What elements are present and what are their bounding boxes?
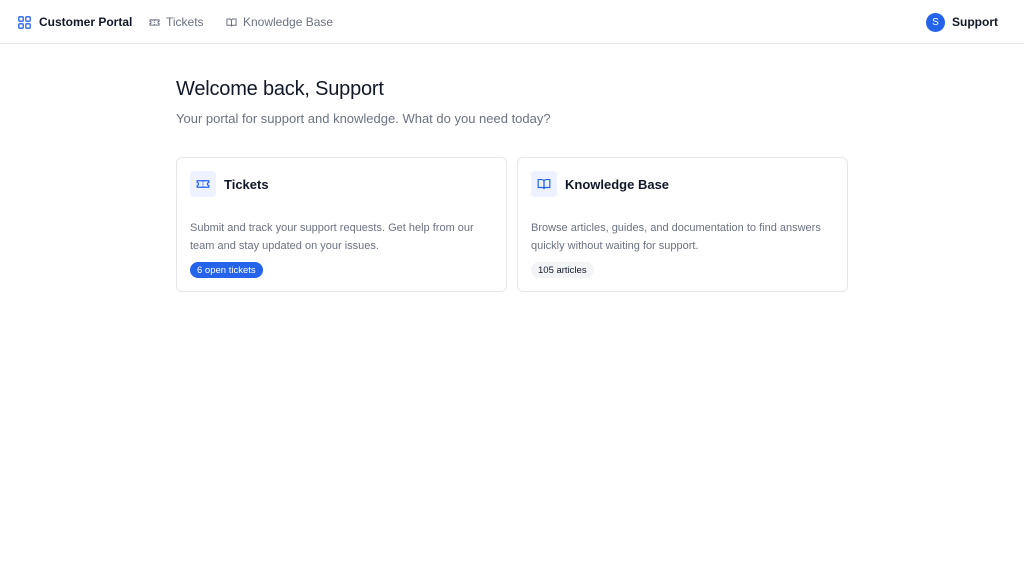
book-icon [226,17,237,28]
main-content: Welcome back, Support Your portal for su… [176,44,848,292]
brand-link[interactable]: Customer Portal [18,0,132,44]
tickets-card-header: Tickets [190,171,269,197]
nav-knowledge-base-label: Knowledge Base [243,15,334,29]
tickets-card-description: Submit and track your support requests. … [190,222,474,252]
page-subtitle: Your portal for support and knowledge. W… [176,111,551,126]
brand-label: Customer Portal [39,15,133,29]
tickets-card-title: Tickets [224,176,269,192]
nav-tickets-link[interactable]: Tickets [149,0,204,44]
articles-count-badge: 105 articles [531,262,594,278]
knowledge-base-card-header: Knowledge Base [531,171,669,197]
knowledge-base-card-description: Browse articles, guides, and documentati… [531,222,821,252]
nav-tickets-label: Tickets [166,15,204,29]
cards-container: Tickets Submit and track your support re… [176,157,848,292]
page-title: Welcome back, Support [176,78,384,100]
avatar: S [926,12,945,32]
top-navigation-bar: Customer Portal Tickets Knowledge Base S… [0,0,1024,44]
user-name: Support [952,15,998,29]
grid-icon [18,15,31,29]
tickets-card[interactable]: Tickets Submit and track your support re… [176,157,507,292]
book-icon [531,171,557,197]
nav-knowledge-base-link[interactable]: Knowledge Base [226,0,333,44]
ticket-icon [149,17,160,28]
user-menu[interactable]: S Support [926,0,998,44]
knowledge-base-card-title: Knowledge Base [565,176,670,192]
knowledge-base-card[interactable]: Knowledge Base Browse articles, guides, … [517,157,848,292]
open-tickets-badge: 6 open tickets [190,262,263,278]
ticket-icon [190,171,216,197]
